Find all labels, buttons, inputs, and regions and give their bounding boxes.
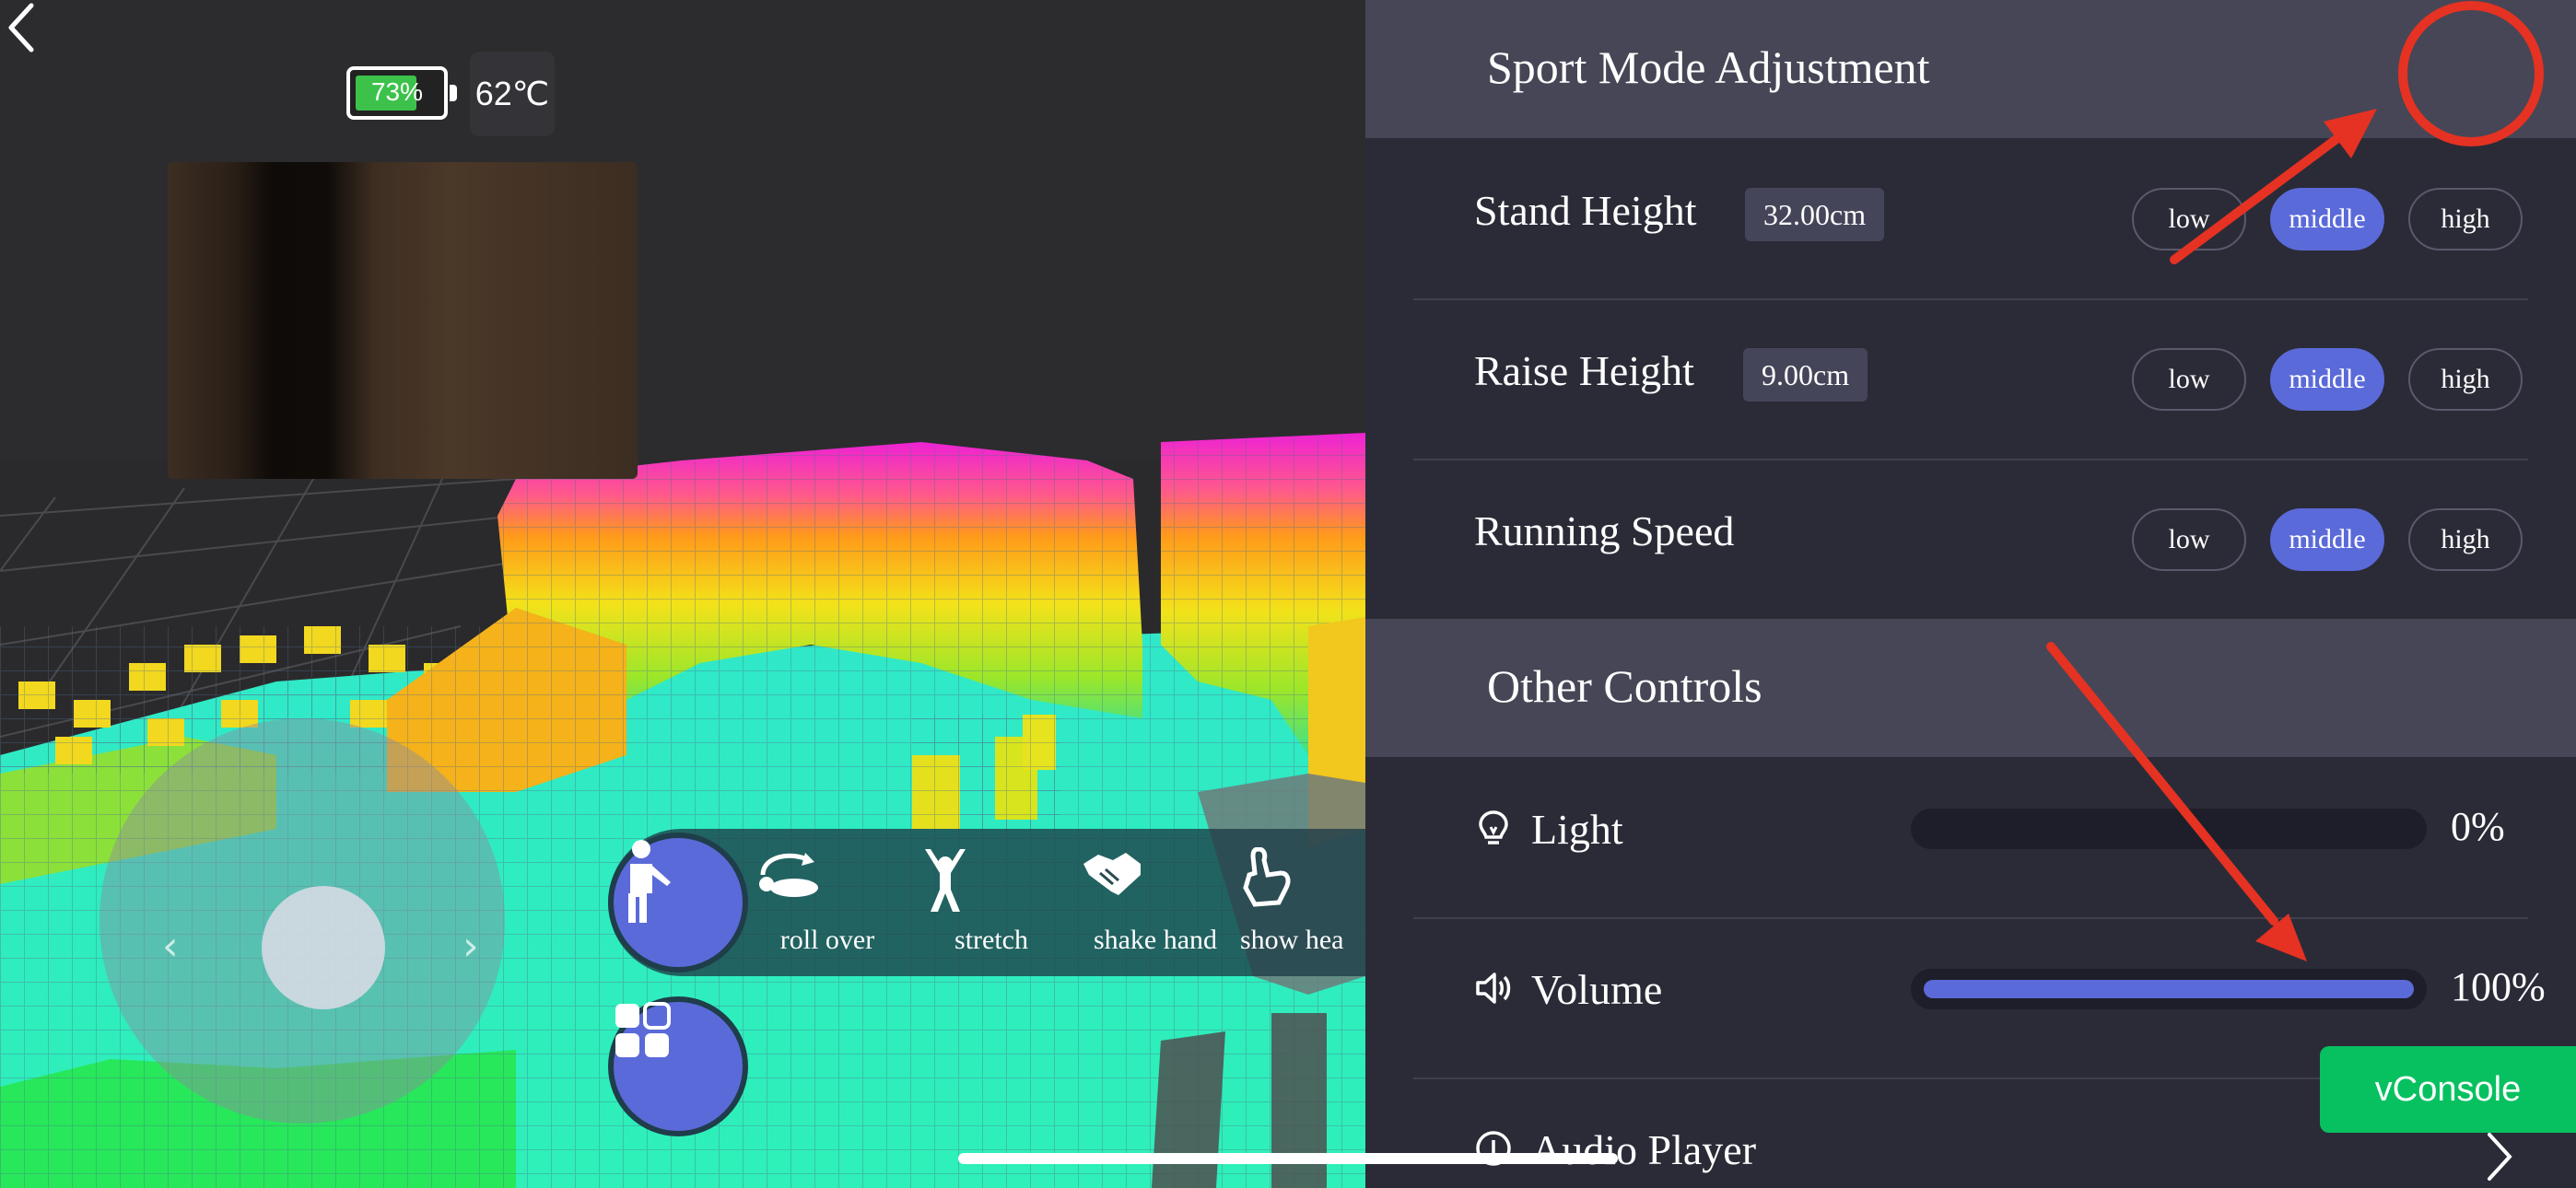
stretch-icon	[925, 849, 966, 912]
light-percent: 0%	[2451, 804, 2505, 849]
audio-player-label: Audio Player	[1531, 1126, 1757, 1173]
running-speed-label: Running Speed	[1474, 507, 1735, 554]
action-show-heart[interactable]: show hea	[1240, 847, 1365, 956]
vconsole-button[interactable]: vConsole	[2320, 1046, 2576, 1133]
grid-menu-icon	[615, 1002, 671, 1057]
action-label: roll over	[779, 925, 875, 955]
stand-mode-button[interactable]	[608, 833, 748, 973]
running-speed-middle-button[interactable]: middle	[2270, 508, 2384, 571]
home-indicator[interactable]	[958, 1153, 1618, 1164]
running-speed-row: Running Speed low middle high	[1413, 459, 2528, 619]
lidar-3d-view[interactable]: 73% 62℃ ‹ › roll over stretch shake hand…	[0, 0, 1365, 1188]
action-label: shake hand	[1093, 925, 1218, 955]
raise-height-middle-button[interactable]: middle	[2270, 348, 2384, 411]
more-actions-button[interactable]	[608, 996, 748, 1136]
raise-height-high-button[interactable]: high	[2408, 348, 2523, 411]
stand-height-middle-button[interactable]: middle	[2270, 188, 2384, 250]
stand-height-label: Stand Height	[1474, 187, 1697, 234]
stand-height-high-button[interactable]: high	[2408, 188, 2523, 250]
roll-over-icon	[759, 853, 818, 897]
volume-label: Volume	[1531, 966, 1663, 1013]
camera-preview[interactable]	[168, 162, 638, 479]
running-speed-high-button[interactable]: high	[2408, 508, 2523, 571]
lightbulb-icon	[1479, 810, 1508, 844]
light-label: Light	[1531, 806, 1623, 853]
raise-height-row: Raise Height 9.00cm low middle high	[1413, 298, 2528, 460]
battery-indicator: 73%	[346, 66, 457, 120]
running-speed-low-button[interactable]: low	[2132, 508, 2246, 571]
volume-percent: 100%	[2451, 964, 2546, 1009]
action-shake-hand[interactable]: shake hand	[1082, 847, 1229, 956]
shake-hand-icon	[1083, 853, 1141, 895]
light-row: Light 0%	[1413, 757, 2528, 919]
chevron-right-icon	[2488, 1133, 2512, 1181]
action-stretch[interactable]: stretch	[918, 847, 1065, 956]
raise-height-value: 9.00cm	[1743, 348, 1868, 402]
volume-slider-fill	[1924, 980, 2414, 998]
standing-person-icon	[628, 840, 671, 923]
joystick-left-arrow-icon: ‹	[162, 923, 179, 970]
action-label: stretch	[954, 925, 1028, 955]
other-controls-header: Other Controls	[1365, 619, 2576, 757]
joystick-knob[interactable]	[262, 886, 385, 1009]
action-label: show hea	[1240, 925, 1344, 955]
back-arrow-icon[interactable]	[0, 0, 46, 55]
battery-percent: 73%	[370, 77, 424, 106]
heart-hand-icon	[1243, 847, 1291, 907]
other-controls-title: Other Controls	[1487, 660, 1762, 712]
raise-height-low-button[interactable]: low	[2132, 348, 2246, 411]
speaker-icon	[1476, 973, 1511, 1004]
joystick-right-arrow-icon: ›	[463, 923, 479, 970]
volume-slider[interactable]	[1911, 969, 2427, 1009]
battery-nub	[450, 85, 457, 101]
sport-mode-header: Sport Mode Adjustment	[1365, 0, 2576, 138]
sport-mode-title: Sport Mode Adjustment	[1487, 41, 1930, 93]
stand-height-row: Stand Height 32.00cm low middle high	[1413, 138, 2528, 300]
light-slider[interactable]	[1911, 809, 2427, 849]
settings-panel: Sport Mode Adjustment Stand Height 32.00…	[1365, 0, 2576, 1188]
stand-height-value: 32.00cm	[1745, 188, 1885, 241]
raise-height-label: Raise Height	[1474, 347, 1694, 394]
temperature-badge: 62℃	[470, 52, 555, 136]
stand-height-low-button[interactable]: low	[2132, 188, 2246, 250]
action-roll-over[interactable]: roll over	[754, 847, 901, 956]
